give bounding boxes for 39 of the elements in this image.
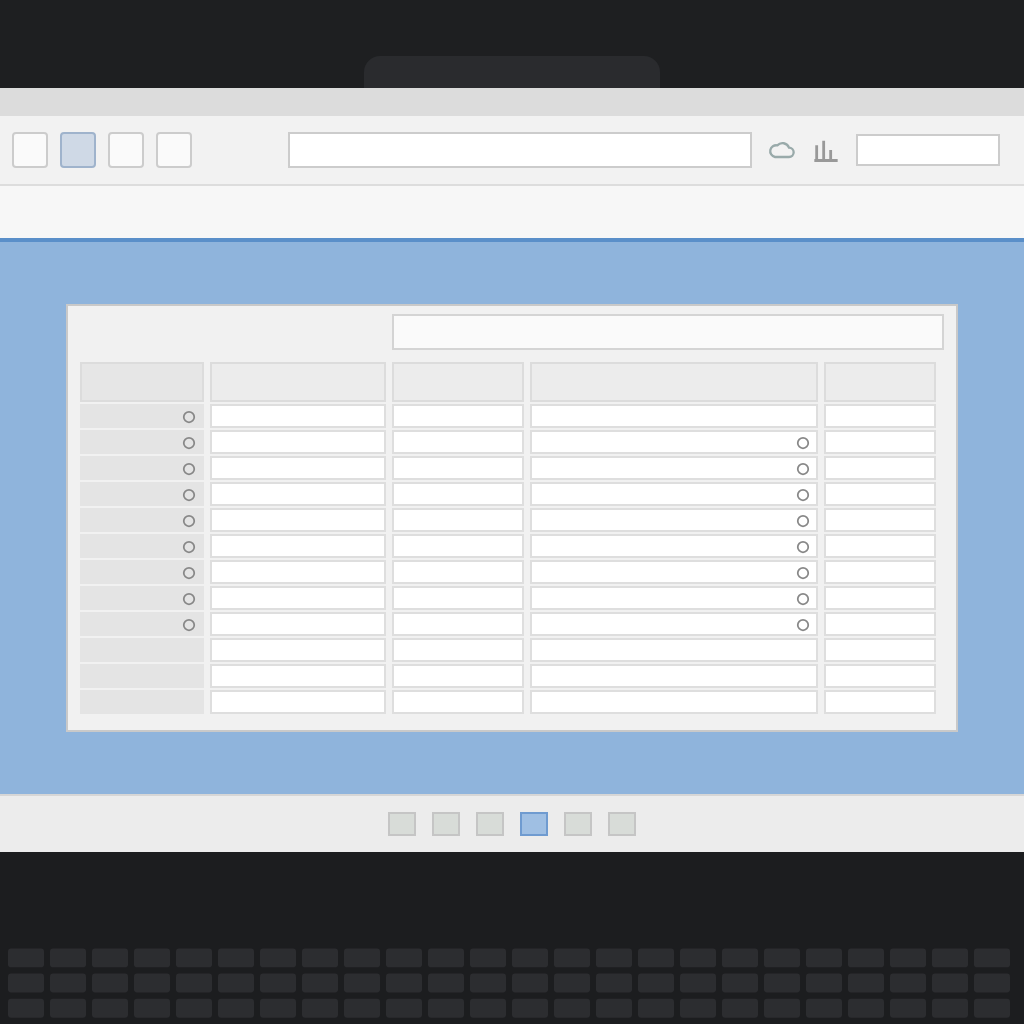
- search-field[interactable]: [288, 132, 752, 168]
- taskbar-icon[interactable]: [388, 812, 416, 836]
- table-cell: [824, 560, 936, 584]
- cloud-icon[interactable]: [768, 136, 796, 164]
- table-cell: [392, 482, 524, 506]
- table-cell: [392, 534, 524, 558]
- table-cell: [824, 612, 936, 636]
- taskbar-icon[interactable]: [520, 812, 548, 836]
- filter-field[interactable]: [392, 314, 944, 350]
- table-cell: [824, 586, 936, 610]
- toolbar-button[interactable]: [12, 132, 48, 168]
- table-cell: [392, 638, 524, 662]
- taskbar-icon[interactable]: [608, 812, 636, 836]
- table-cell: [392, 690, 524, 714]
- table-cell: [392, 404, 524, 428]
- chart-icon[interactable]: [812, 136, 840, 164]
- table-cell: [392, 430, 524, 454]
- table-cell: [824, 534, 936, 558]
- table-cell: [824, 456, 936, 480]
- table-cell: [824, 430, 936, 454]
- table-cell: [392, 664, 524, 688]
- table-cell: [392, 560, 524, 584]
- toolbar-button[interactable]: [156, 132, 192, 168]
- taskbar-icon[interactable]: [432, 812, 460, 836]
- table-cell: [824, 508, 936, 532]
- taskbar-icon[interactable]: [476, 812, 504, 836]
- table-cell: [392, 612, 524, 636]
- table-cell: [824, 690, 936, 714]
- toolbar-button[interactable]: [60, 132, 96, 168]
- table-cell: [392, 456, 524, 480]
- taskbar-icon[interactable]: [564, 812, 592, 836]
- toolbar-button[interactable]: [108, 132, 144, 168]
- table-cell: [824, 482, 936, 506]
- dropdown[interactable]: [856, 134, 1000, 166]
- table-cell: [824, 404, 936, 428]
- table-cell: [824, 664, 936, 688]
- table-cell: [392, 586, 524, 610]
- table-cell: [392, 508, 524, 532]
- table-cell: [824, 638, 936, 662]
